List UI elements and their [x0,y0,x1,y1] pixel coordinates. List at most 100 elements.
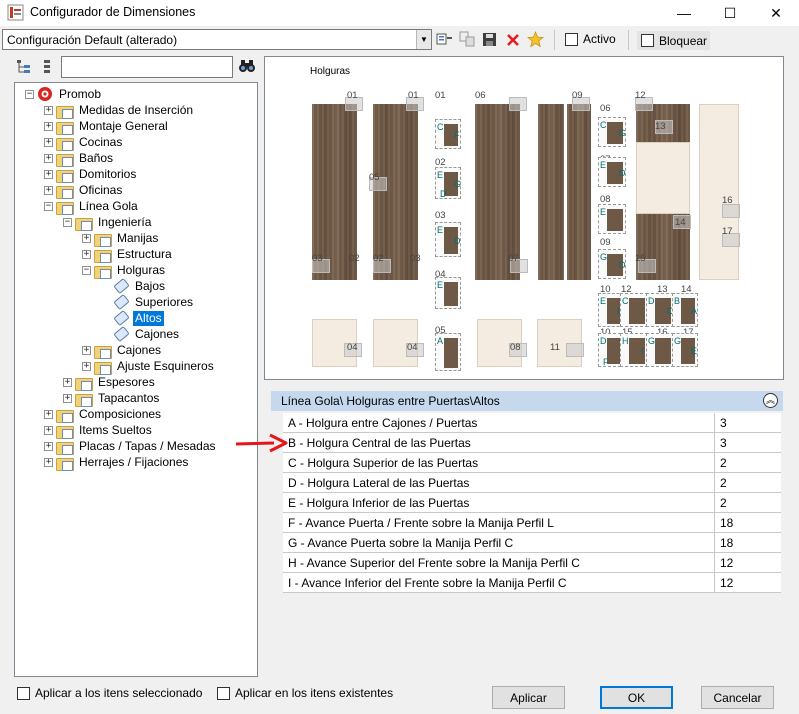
property-value-field[interactable]: 3 [714,413,781,432]
collapse-all-icon[interactable] [40,59,54,75]
detail-box: BA [672,293,698,327]
tree-item[interactable]: Altos [101,310,164,326]
property-row[interactable]: B - Holgura Central de las Puertas 3 [283,433,781,453]
property-row[interactable]: E - Holgura Inferior de las Puertas 2 [283,493,781,513]
tree-item[interactable]: Cajones [101,326,181,342]
property-row[interactable]: A - Holgura entre Cajones / Puertas 3 [283,413,781,433]
tree-item[interactable]: + Items Sueltos [44,422,154,439]
activo-checkbox[interactable]: Activo [565,32,616,46]
tree-item[interactable]: + Ajuste Esquineros [82,358,216,375]
expand-icon[interactable]: + [44,441,53,451]
property-row[interactable]: I - Avance Inferior del Frente sobre la … [283,573,781,593]
tree-item[interactable]: + Montaje General [44,118,170,135]
expand-icon[interactable]: + [44,425,53,435]
bloquear-checkbox[interactable]: Bloquear [637,31,710,50]
tree-item[interactable]: + Domitorios [44,166,138,183]
expand-icon[interactable]: + [63,393,72,403]
property-row[interactable]: D - Holgura Lateral de las Puertas 2 [283,473,781,493]
tree-root[interactable]: − Promob [25,86,103,102]
delete-icon[interactable] [504,31,521,48]
aplicar-button[interactable]: Aplicar [492,686,565,709]
property-value-field[interactable]: 2 [714,493,781,512]
binoculars-search-icon[interactable] [238,58,256,74]
copy-icon[interactable] [459,31,476,48]
configure-icon[interactable] [436,31,453,48]
preview-label: 05 [369,172,380,183]
tree-item-label: Manijas [117,230,159,245]
property-group-header[interactable]: Línea Gola\ Holguras entre Puertas\Altos… [271,391,783,411]
collapse-icon[interactable]: − [44,201,53,211]
property-value-field[interactable]: 18 [714,513,781,532]
favorite-star-icon[interactable] [527,31,544,48]
tree-item[interactable]: + Composiciones [44,406,163,423]
property-value-field[interactable]: 3 [714,433,781,452]
preview-label: 12 [635,90,646,101]
property-value-field[interactable]: 12 [714,573,781,592]
tree-item[interactable]: + Baños [44,150,115,167]
expand-icon[interactable]: + [44,153,53,163]
expand-icon[interactable]: + [82,249,91,259]
cancel-button[interactable]: Cancelar [701,686,774,709]
collapse-icon[interactable]: − [82,265,91,275]
close-button[interactable]: ✕ [753,0,799,26]
bloquear-checkbox-box[interactable] [641,34,654,47]
apply-selected-checkbox[interactable]: Aplicar a los itens seleccionado [17,686,202,700]
tree-item[interactable]: − Ingeniería [63,214,153,231]
configuration-select[interactable]: Configuración Default (alterado) ▼ [2,29,432,50]
apply-selected-checkbox-box[interactable] [17,686,30,700]
tree-item[interactable]: + Espesores [63,374,157,391]
property-value-field[interactable]: 2 [714,473,781,492]
tree-item[interactable]: + Herrajes / Fijaciones [44,454,190,471]
apply-existing-checkbox-box[interactable] [217,686,230,700]
expand-icon[interactable]: + [44,185,53,195]
property-value-field[interactable]: 2 [714,453,781,472]
maximize-button[interactable]: ☐ [707,0,753,26]
toolbar-separator [554,30,555,50]
activo-checkbox-box[interactable] [565,32,578,46]
property-row[interactable]: H - Avance Superior del Frente sobre la … [283,553,781,573]
chevron-down-icon[interactable]: ▼ [416,30,431,49]
apply-existing-checkbox[interactable]: Aplicar en los itens existentes [217,686,393,700]
collapse-icon[interactable]: − [25,89,34,99]
expand-icon[interactable]: + [63,377,72,387]
expand-all-icon[interactable] [16,59,32,75]
expand-icon[interactable]: + [82,361,91,371]
minimize-button[interactable]: — [661,0,707,26]
ok-button[interactable]: OK [600,686,673,709]
expand-icon[interactable]: + [44,137,53,147]
tree-search-input[interactable] [61,56,233,78]
property-label: E - Holgura Inferior de las Puertas [288,496,470,510]
tree-item[interactable]: + Cocinas [44,134,124,151]
tree-item[interactable]: + Tapacantos [63,390,161,407]
expand-icon[interactable]: + [44,457,53,467]
tree-item[interactable]: Superiores [101,294,195,310]
expand-icon[interactable]: + [44,121,53,131]
folder-icon [56,184,74,199]
tree-item[interactable]: − Línea Gola [44,198,140,215]
preview-detail-letter: G [600,252,608,262]
expand-icon[interactable]: + [44,105,53,115]
tree-item[interactable]: + Cajones [82,342,163,359]
apply-existing-label: Aplicar en los itens existentes [235,686,394,700]
tree-item[interactable]: + Placas / Tapas / Mesadas [44,438,218,455]
tree-item[interactable]: + Estructura [82,246,174,263]
collapse-up-icon[interactable]: ︽ [763,393,778,408]
property-row[interactable]: F - Avance Puerta / Frente sobre la Mani… [283,513,781,533]
property-row[interactable]: G - Avance Puerta sobre la Manija Perfil… [283,533,781,553]
tree-item[interactable]: + Medidas de Inserción [44,102,195,119]
expand-icon[interactable]: + [44,409,53,419]
tree-panel[interactable]: − Promob + Medidas de Inserción + Montaje G… [14,82,258,677]
property-value-field[interactable]: 18 [714,533,781,552]
expand-icon[interactable]: + [82,345,91,355]
tree-item[interactable]: + Manijas [82,230,160,247]
tree-item[interactable]: + Oficinas [44,182,124,199]
expand-icon[interactable]: + [44,169,53,179]
save-icon[interactable] [481,31,498,48]
tree-item[interactable]: Bajos [101,278,167,294]
property-value-field[interactable]: 12 [714,553,781,572]
property-row[interactable]: C - Holgura Superior de las Puertas 2 [283,453,781,473]
tree-item[interactable]: − Holguras [82,262,167,279]
expand-icon[interactable]: + [82,233,91,243]
collapse-icon[interactable]: − [63,217,72,227]
detail-box: CG [598,117,626,147]
